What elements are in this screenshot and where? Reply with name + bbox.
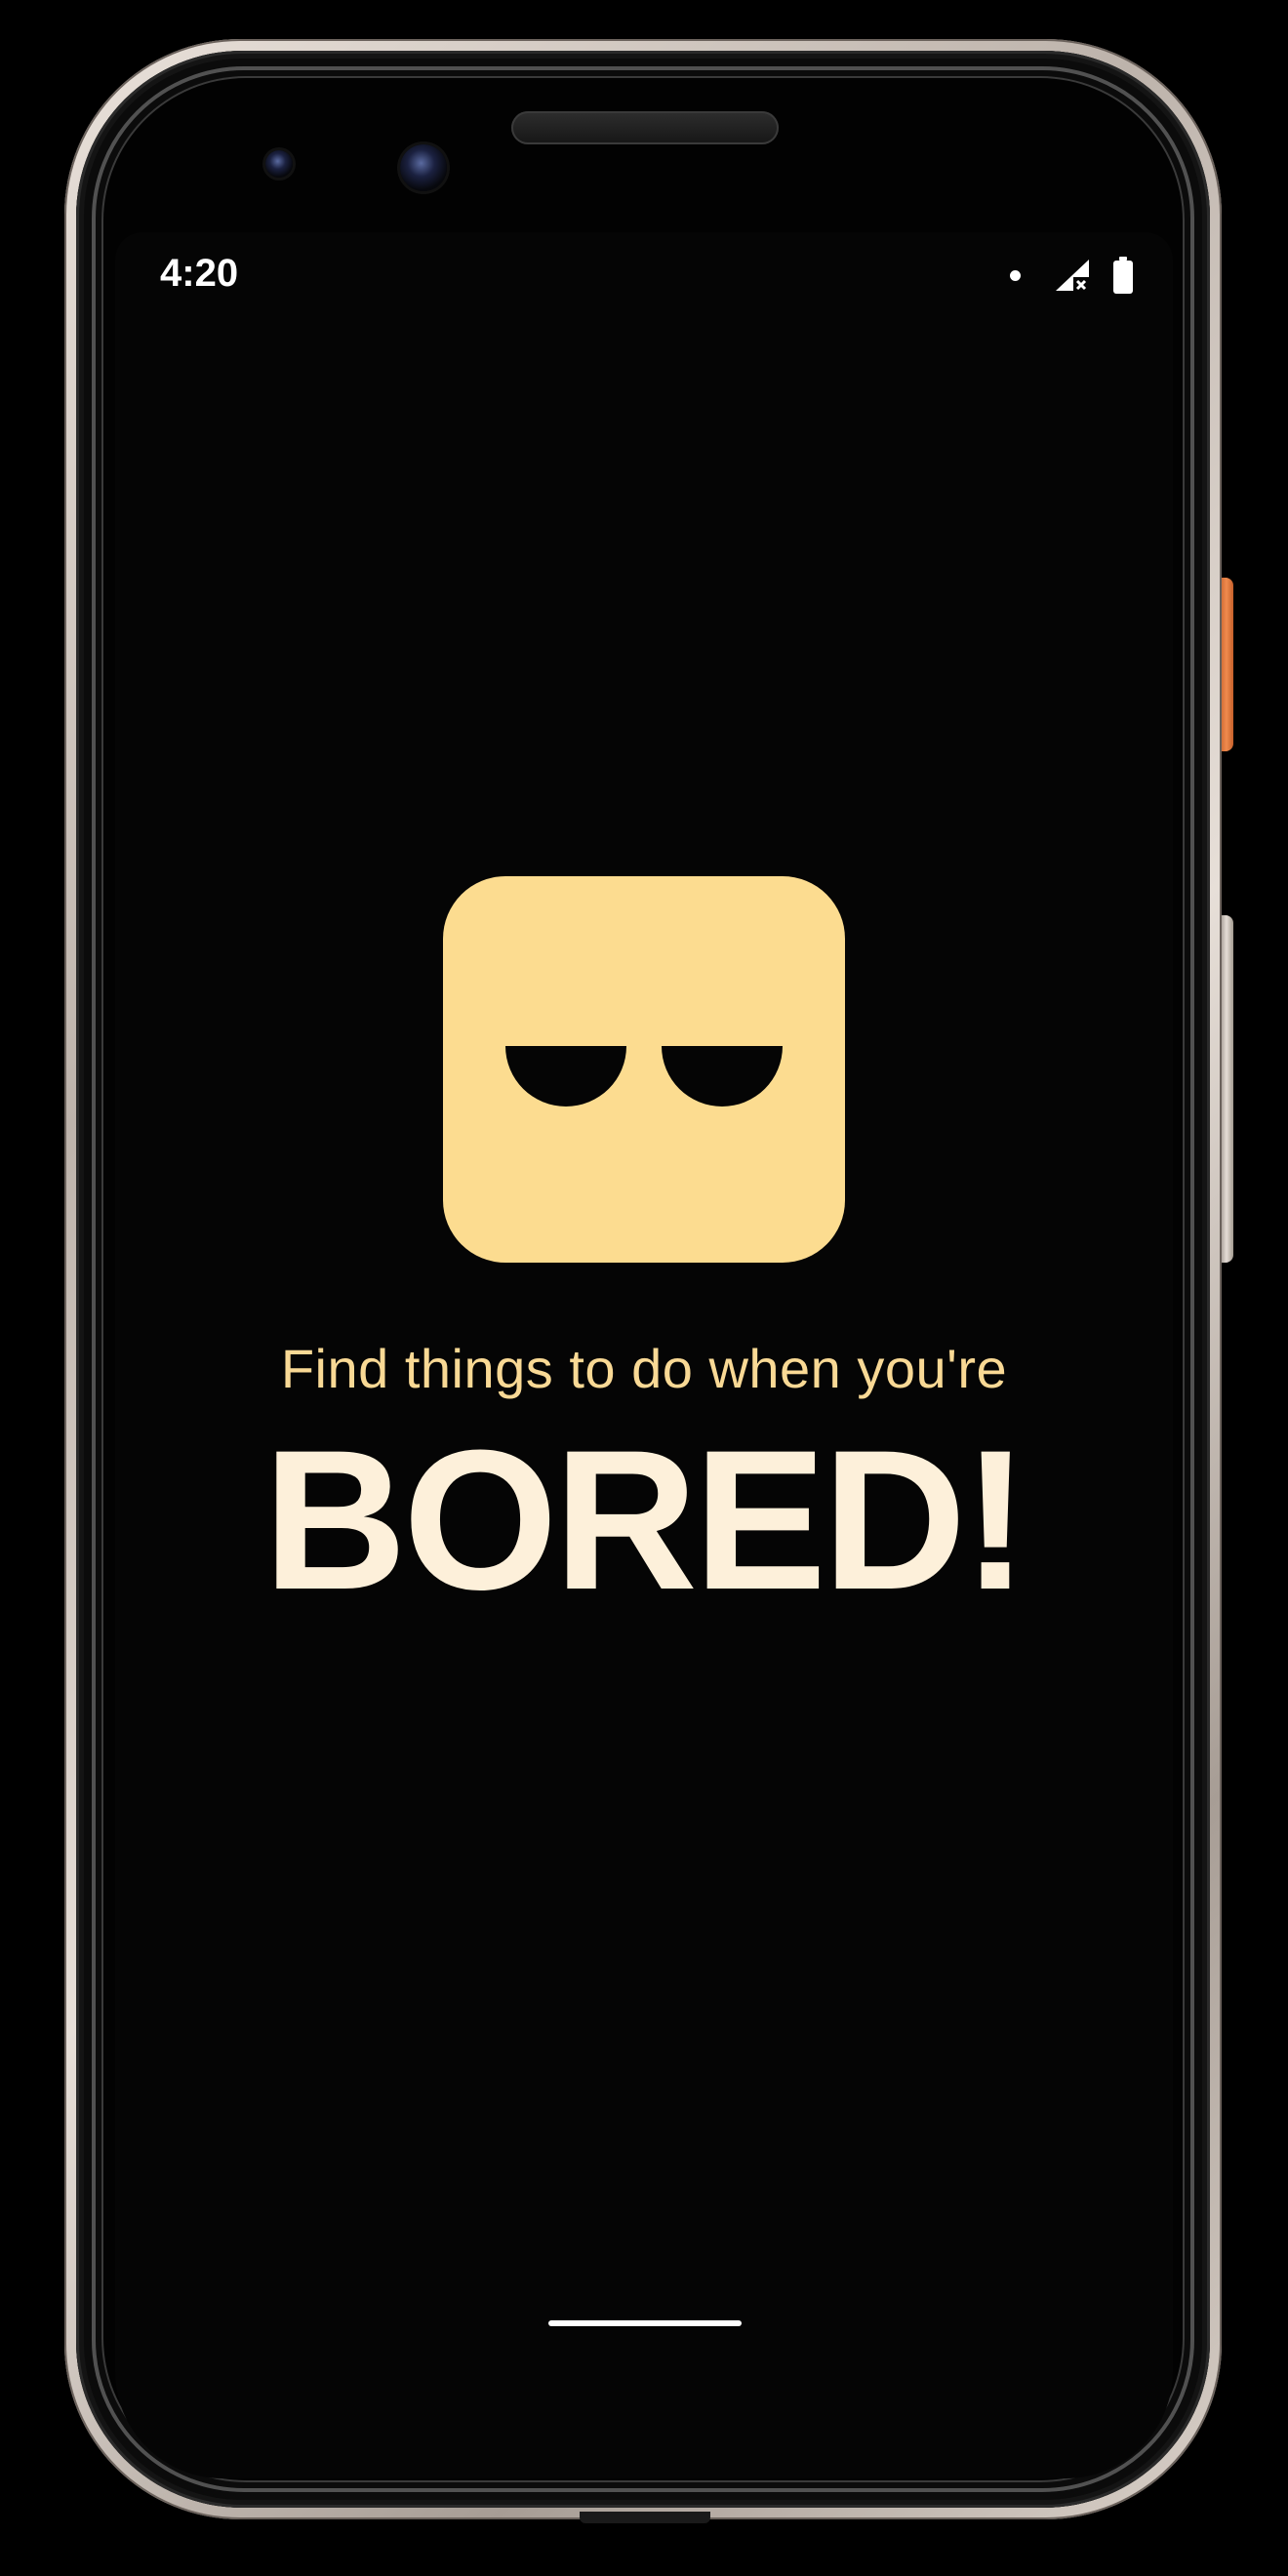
notification-dot-icon (1010, 269, 1021, 281)
status-time: 4:20 (160, 252, 239, 295)
home-indicator[interactable] (548, 2320, 742, 2326)
signal-no-service-icon (1054, 258, 1091, 293)
front-camera-small (265, 150, 293, 178)
right-eye (662, 1046, 783, 1107)
sleepy-face-icon (443, 876, 845, 1263)
bottom-notch (580, 2512, 710, 2523)
tagline: Find things to do when you're (280, 1338, 1008, 1399)
left-eye (505, 1046, 626, 1107)
power-button (1220, 578, 1233, 751)
app-screen: 4:20 Find things to do when you're BORED… (115, 232, 1173, 2478)
headline: BORED! (262, 1409, 1029, 1631)
volume-button (1220, 915, 1233, 1263)
status-icons (1010, 256, 1134, 295)
status-bar: 4:20 (115, 232, 1173, 320)
front-camera-large (400, 144, 447, 191)
battery-icon (1112, 257, 1134, 294)
device-mockup: 4:20 Find things to do when you're BORED… (0, 0, 1288, 2576)
top-speaker (511, 111, 779, 144)
